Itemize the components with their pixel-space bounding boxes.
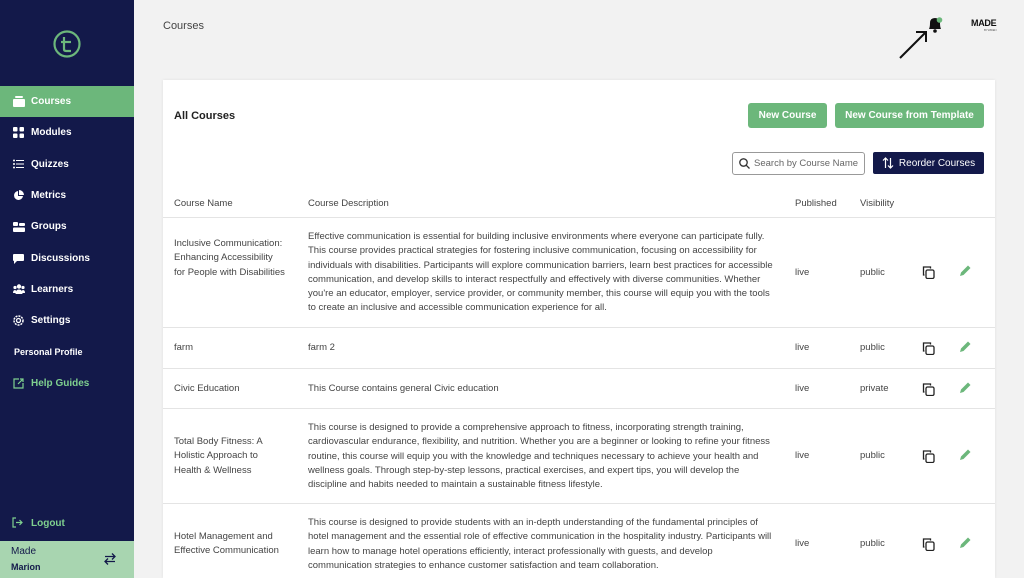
- brand-subtitle: BY WIDEN: [983, 28, 997, 32]
- user-name: Marion: [11, 562, 41, 572]
- course-description: This course is designed to provide stude…: [308, 517, 772, 571]
- edit-pencil-icon[interactable]: [959, 381, 972, 394]
- sidebar: Courses Modules Quizzes Metrics Groups D…: [0, 0, 134, 578]
- pie-chart-icon: [12, 189, 25, 202]
- brand-logo: MADE BY WIDEN: [971, 18, 997, 32]
- notification-bell-icon[interactable]: [925, 15, 945, 35]
- gear-icon: [12, 314, 25, 327]
- reorder-courses-button[interactable]: Reorder Courses: [873, 152, 984, 174]
- search-icon: [739, 158, 750, 169]
- sidebar-item-learners[interactable]: Learners: [0, 274, 134, 305]
- external-link-icon: [12, 377, 25, 390]
- table-row[interactable]: Hotel Management and Effective Communica…: [163, 504, 995, 578]
- sidebar-item-label: Modules: [31, 127, 72, 139]
- list-icon: [12, 158, 25, 171]
- copy-icon[interactable]: [922, 450, 935, 463]
- course-published: live: [795, 450, 810, 461]
- chat-icon: [12, 252, 25, 265]
- course-description: This course is designed to provide a com…: [308, 422, 770, 491]
- user-switcher[interactable]: Made Marion: [0, 541, 134, 578]
- column-header-description: Course Description: [308, 198, 389, 209]
- sidebar-nav: Courses Modules Quizzes Metrics Groups D…: [0, 86, 134, 399]
- people-icon: [12, 283, 25, 296]
- logout-button[interactable]: Logout: [12, 517, 65, 530]
- sidebar-item-metrics[interactable]: Metrics: [0, 180, 134, 211]
- course-description: farm 2: [308, 342, 335, 353]
- sidebar-item-discussions[interactable]: Discussions: [0, 242, 134, 273]
- course-published: live: [795, 383, 810, 394]
- sidebar-item-help-guides[interactable]: Help Guides: [0, 368, 134, 399]
- course-published: live: [795, 342, 810, 353]
- course-visibility: private: [860, 383, 889, 394]
- sidebar-item-quizzes[interactable]: Quizzes: [0, 149, 134, 180]
- column-header-published: Published: [795, 198, 837, 209]
- edit-pencil-icon[interactable]: [959, 536, 972, 549]
- edit-pencil-icon[interactable]: [959, 340, 972, 353]
- copy-icon[interactable]: [922, 383, 935, 396]
- logout-label: Logout: [31, 518, 65, 529]
- copy-icon[interactable]: [922, 538, 935, 551]
- org-name: Made: [11, 546, 37, 557]
- table-row[interactable]: Inclusive Communication: Enhancing Acces…: [163, 218, 995, 328]
- swap-icon[interactable]: [103, 552, 117, 566]
- table-header: Course Name Course Description Published…: [163, 190, 995, 218]
- courses-table-body: Inclusive Communication: Enhancing Acces…: [163, 218, 995, 578]
- sidebar-item-personal-profile[interactable]: Personal Profile: [0, 336, 134, 367]
- sidebar-item-label: Metrics: [31, 190, 67, 202]
- brand-name: MADE: [971, 18, 997, 28]
- courses-icon: [12, 95, 25, 108]
- course-name[interactable]: Total Body Fitness: A Holistic Approach …: [174, 435, 286, 478]
- app-logo-icon[interactable]: [52, 29, 82, 59]
- course-name[interactable]: Civic Education: [174, 382, 286, 396]
- courses-card: All Courses New Course New Course from T…: [163, 80, 995, 578]
- groups-icon: [12, 220, 25, 233]
- modules-icon: [12, 126, 25, 139]
- sidebar-item-label: Help Guides: [31, 377, 90, 389]
- sidebar-item-groups[interactable]: Groups: [0, 211, 134, 242]
- sidebar-item-label: Personal Profile: [14, 347, 83, 358]
- table-row[interactable]: Total Body Fitness: A Holistic Approach …: [163, 409, 995, 504]
- search-input[interactable]: [754, 158, 862, 169]
- course-visibility: public: [860, 267, 885, 278]
- copy-icon[interactable]: [922, 342, 935, 355]
- course-published: live: [795, 538, 810, 549]
- page-title: Courses: [163, 20, 204, 32]
- table-row[interactable]: farm farm 2 live public: [163, 328, 995, 369]
- sidebar-item-label: Courses: [31, 96, 72, 108]
- logout-icon: [12, 517, 25, 530]
- edit-pencil-icon[interactable]: [959, 264, 972, 277]
- course-visibility: public: [860, 538, 885, 549]
- edit-pencil-icon[interactable]: [959, 448, 972, 461]
- table-row[interactable]: Civic Education This Course contains gen…: [163, 369, 995, 409]
- sidebar-item-label: Quizzes: [31, 158, 69, 170]
- column-header-name: Course Name: [174, 198, 233, 209]
- new-course-button[interactable]: New Course: [748, 103, 827, 128]
- course-description: Effective communication is essential for…: [308, 231, 773, 314]
- sidebar-item-label: Groups: [31, 221, 67, 233]
- sidebar-item-label: Learners: [31, 283, 74, 295]
- card-title: All Courses: [174, 110, 236, 122]
- sidebar-item-settings[interactable]: Settings: [0, 305, 134, 336]
- new-course-from-template-button[interactable]: New Course from Template: [835, 103, 984, 128]
- course-name[interactable]: farm: [174, 341, 286, 355]
- course-name[interactable]: Hotel Management and Effective Communica…: [174, 530, 286, 559]
- course-description: This Course contains general Civic educa…: [308, 383, 499, 394]
- course-name[interactable]: Inclusive Communication: Enhancing Acces…: [174, 237, 286, 280]
- reorder-label: Reorder Courses: [898, 157, 976, 169]
- sidebar-item-modules[interactable]: Modules: [0, 117, 134, 148]
- copy-icon[interactable]: [922, 266, 935, 279]
- sidebar-item-courses[interactable]: Courses: [0, 86, 134, 118]
- sidebar-item-label: Settings: [31, 315, 71, 327]
- course-visibility: public: [860, 342, 885, 353]
- search-box[interactable]: [732, 152, 865, 175]
- course-visibility: public: [860, 450, 885, 461]
- course-published: live: [795, 267, 810, 278]
- sidebar-item-label: Discussions: [31, 252, 90, 264]
- sort-icon: [882, 157, 894, 169]
- column-header-visibility: Visibility: [860, 198, 895, 209]
